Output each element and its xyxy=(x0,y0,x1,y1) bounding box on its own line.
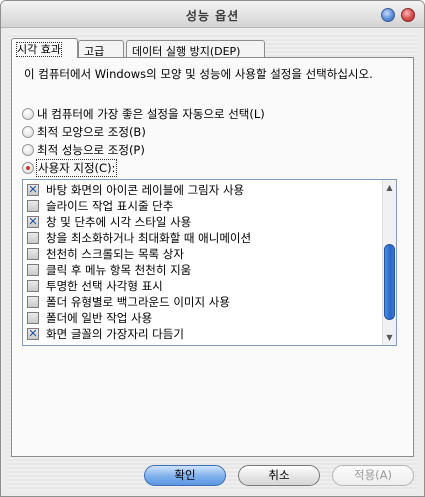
list-item[interactable]: ✕ 바탕 화면의 아이콘 레이블에 그림자 사용 xyxy=(27,182,244,197)
scroll-thumb[interactable] xyxy=(384,244,395,320)
list-item[interactable]: 천천히 스크롤되는 목록 상자 xyxy=(27,246,184,261)
list-item[interactable]: ✕ 창 및 단추에 시각 스타일 사용 xyxy=(27,214,191,229)
radio-label: 사용자 지정(C): xyxy=(35,158,118,177)
performance-options-window: 성능 옵션 시각 효과 고급 데이터 실행 방지(DEP) 이 컴퓨터에서 Wi… xyxy=(0,0,425,497)
checkbox-icon[interactable] xyxy=(27,295,39,308)
tab-advanced[interactable]: 고급 xyxy=(78,40,124,58)
list-item[interactable]: 폴더에 일반 작업 사용 xyxy=(27,310,152,325)
list-item-label: 바탕 화면의 아이콘 레이블에 그림자 사용 xyxy=(46,182,245,197)
apply-button[interactable]: 적용(A) xyxy=(332,465,414,486)
radio-label: 최적 성능으로 조정(P) xyxy=(37,142,145,157)
checkbox-icon[interactable] xyxy=(27,279,39,292)
checkbox-icon[interactable] xyxy=(27,199,39,212)
vertical-scrollbar[interactable]: ▲ ▼ xyxy=(382,180,396,345)
title-bar[interactable]: 성능 옵션 xyxy=(1,1,424,28)
radio-label: 내 컴퓨터에 가장 좋은 설정을 자동으로 선택(L) xyxy=(37,106,265,121)
list-item-label: 천천히 스크롤되는 목록 상자 xyxy=(46,246,184,261)
minimize-icon[interactable] xyxy=(381,8,395,22)
window-title: 성능 옵션 xyxy=(185,9,240,23)
radio-label: 최적 모양으로 조정(B) xyxy=(37,124,146,139)
list-item[interactable]: 폴더 유형별로 백그라운드 이미지 사용 xyxy=(27,294,230,309)
list-item-label: 창을 최소화하거나 최대화할 때 애니메이션 xyxy=(46,230,252,245)
checkbox-icon[interactable] xyxy=(27,311,39,324)
scroll-up-icon[interactable]: ▲ xyxy=(383,181,396,194)
description-text: 이 컴퓨터에서 Windows의 모양 및 성능에 사용할 설정을 선택하십시오… xyxy=(24,67,373,81)
checkbox-checked-icon[interactable]: ✕ xyxy=(27,327,39,340)
list-item[interactable]: 창을 최소화하거나 최대화할 때 애니메이션 xyxy=(27,230,251,245)
checkbox-icon[interactable] xyxy=(27,247,39,260)
list-item[interactable]: 투명한 선택 사각형 표시 xyxy=(27,278,163,293)
checkbox-icon[interactable] xyxy=(27,231,39,244)
cancel-button[interactable]: 취소 xyxy=(238,465,320,486)
scroll-down-icon[interactable]: ▼ xyxy=(383,331,396,344)
radio-custom[interactable]: 사용자 지정(C): xyxy=(22,158,118,177)
list-item-label: 화면 글꼴의 가장자리 다듬기 xyxy=(46,326,184,341)
list-item-label: 폴더 유형별로 백그라운드 이미지 사용 xyxy=(46,294,230,309)
list-item-label: 슬라이드 작업 표시줄 단추 xyxy=(46,198,174,213)
tab-dep[interactable]: 데이터 실행 방지(DEP) xyxy=(126,40,265,58)
tab-visual-effects[interactable]: 시각 효과 xyxy=(11,38,78,58)
checkbox-checked-icon[interactable]: ✕ xyxy=(27,183,39,196)
radio-best-performance[interactable]: 최적 성능으로 조정(P) xyxy=(22,142,145,157)
list-item-label: 폴더에 일반 작업 사용 xyxy=(46,310,153,325)
list-item[interactable]: 클릭 후 메뉴 항목 천천히 지움 xyxy=(27,262,191,277)
radio-best-appearance[interactable]: 최적 모양으로 조정(B) xyxy=(22,124,146,139)
checkbox-icon[interactable] xyxy=(27,263,39,276)
radio-button-icon[interactable] xyxy=(22,143,34,156)
list-item-label: 클릭 후 메뉴 항목 천천히 지움 xyxy=(46,262,192,277)
list-item-label: 투명한 선택 사각형 표시 xyxy=(46,278,163,293)
list-item[interactable]: ✕ 화면 글꼴의 가장자리 다듬기 xyxy=(27,326,184,341)
list-item[interactable]: 슬라이드 작업 표시줄 단추 xyxy=(27,198,173,213)
radio-button-icon[interactable] xyxy=(22,125,34,138)
radio-auto[interactable]: 내 컴퓨터에 가장 좋은 설정을 자동으로 선택(L) xyxy=(22,106,265,121)
radio-button-selected-icon[interactable] xyxy=(22,161,34,174)
checkbox-checked-icon[interactable]: ✕ xyxy=(27,215,39,228)
visual-effects-list[interactable]: ✕ 바탕 화면의 아이콘 레이블에 그림자 사용 슬라이드 작업 표시줄 단추 … xyxy=(22,179,397,346)
radio-button-icon[interactable] xyxy=(22,107,34,120)
close-icon[interactable] xyxy=(401,8,415,22)
list-item-label: 창 및 단추에 시각 스타일 사용 xyxy=(46,214,192,229)
dialog-client-area: 시각 효과 고급 데이터 실행 방지(DEP) 이 컴퓨터에서 Windows의… xyxy=(7,33,418,491)
tab-label: 시각 효과 xyxy=(16,42,62,57)
visual-effects-panel: 이 컴퓨터에서 Windows의 모양 및 성능에 사용할 설정을 선택하십시오… xyxy=(11,57,414,457)
ok-button[interactable]: 확인 xyxy=(144,465,226,486)
